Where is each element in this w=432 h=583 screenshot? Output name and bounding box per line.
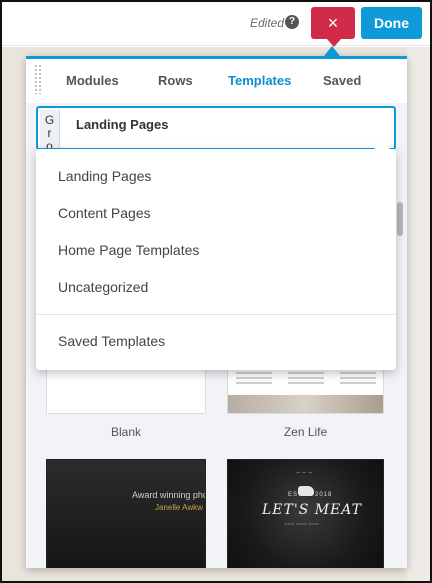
dropdown-caret [374,141,390,149]
question-circle-icon[interactable]: ? [285,15,299,29]
thumbnail-tagline: ~~~ ~~~ ~~~ [284,522,319,528]
edited-status: Edited [250,16,285,30]
dropdown-divider [36,314,396,315]
app-frame: Edited ? × Done Modules Rows Templates S… [0,0,432,583]
builder-toolbar: Edited ? × Done [2,2,430,47]
thumbnail-heading: Award winning photograph [132,490,205,500]
thumbnail-script-text: ~ ~ ~ [296,470,313,477]
template-label: Zen Life [283,425,328,439]
panel-scrollbar[interactable] [397,202,403,236]
dropdown-item-landing-pages[interactable]: Landing Pages [58,168,151,184]
group-select-value: Landing Pages [76,117,169,132]
thumbnail-year: 2018 [315,492,333,498]
tab-modules[interactable]: Modules [66,73,119,88]
cow-icon [298,486,314,496]
thumbnail-subheading: Janelle Awkw [155,503,203,512]
tab-saved[interactable]: Saved [323,73,361,88]
template-label: Blank [110,425,142,439]
drag-handle-icon[interactable] [34,64,42,94]
group-dropdown-menu: Landing Pages Content Pages Home Page Te… [36,141,396,370]
dropdown-item-content-pages[interactable]: Content Pages [58,205,151,221]
page-canvas-edge [407,47,430,581]
close-button[interactable]: × [311,7,355,47]
dropdown-item-uncategorized[interactable]: Uncategorized [58,279,148,295]
done-button[interactable]: Done [361,7,422,39]
template-thumbnail[interactable]: ~ ~ ~ EST 2018 LET'S MEAT ~~~ ~~~ ~~~ [227,459,384,568]
tab-templates[interactable]: Templates [228,73,291,88]
dropdown-item-saved-templates[interactable]: Saved Templates [58,333,165,349]
panel-tabs: Modules Rows Templates Saved [26,59,407,103]
thumbnail-logo: LET'S MEAT [262,502,362,518]
dropdown-item-home-page-templates[interactable]: Home Page Templates [58,242,199,258]
group-select-label: Gro [40,110,60,148]
template-thumbnail[interactable]: Award winning photograph Janelle Awkw [46,459,206,568]
panel-caret [324,46,340,56]
template-group-select[interactable]: Gro Landing Pages [36,106,396,150]
tab-rows[interactable]: Rows [158,73,193,88]
